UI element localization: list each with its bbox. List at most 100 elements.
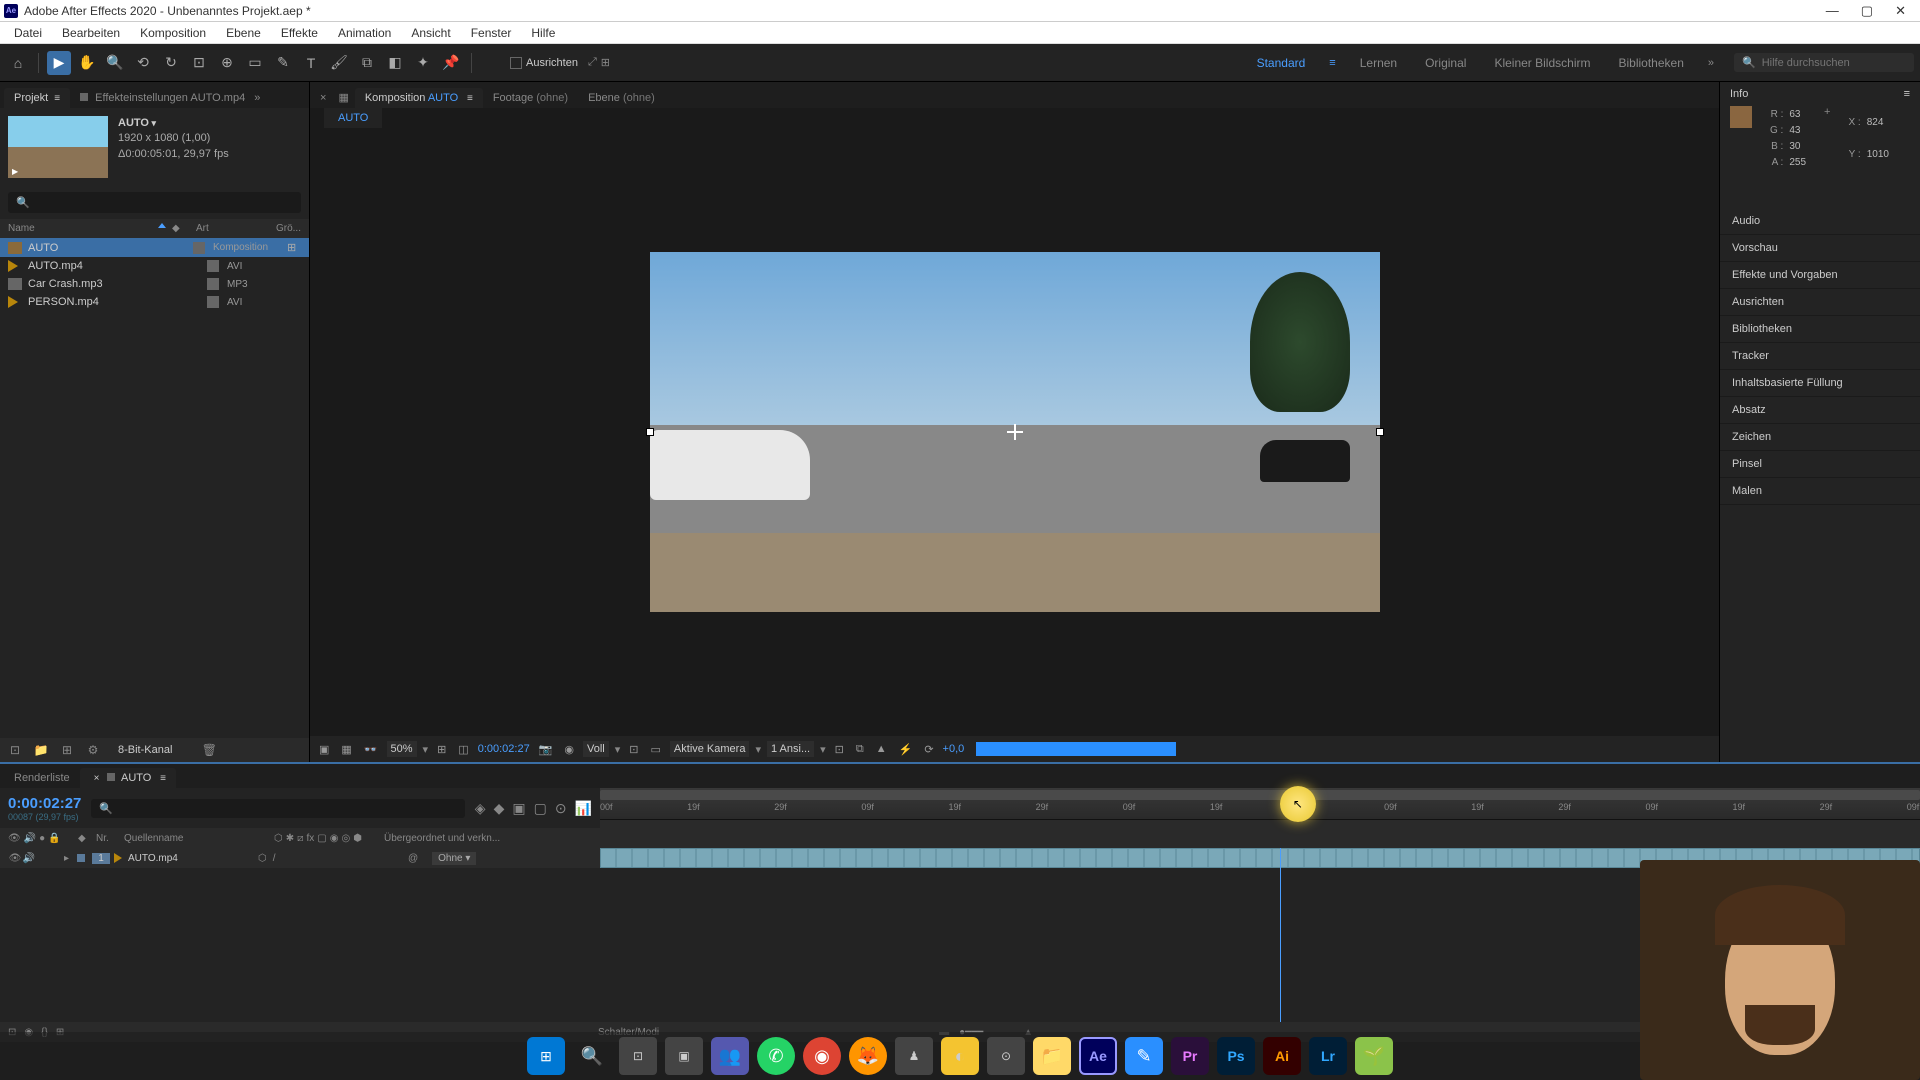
col-size[interactable]: Grö...	[276, 223, 301, 234]
brush-tool[interactable]: 🖌	[327, 51, 351, 75]
taskbar-app-3[interactable]: ◉	[803, 1037, 841, 1075]
sort-asc-icon[interactable]	[158, 223, 166, 228]
col-name[interactable]: Name	[8, 223, 158, 234]
pen-tool[interactable]: ✎	[271, 51, 295, 75]
panel-content-aware[interactable]: Inhaltsbasierte Füllung	[1720, 370, 1920, 397]
label-col-icon[interactable]: ◆	[78, 833, 96, 844]
proj-item-person-mp4[interactable]: PERSON.mp4 AVI	[0, 293, 309, 311]
interpret-footage-button[interactable]: ⊡	[6, 741, 24, 759]
zoom-tool[interactable]: 🔍	[103, 51, 127, 75]
playhead-line[interactable]	[1280, 848, 1281, 1022]
share-button[interactable]: ⊡	[832, 743, 847, 756]
always-preview-button[interactable]: ▣	[316, 743, 332, 756]
snap-checkbox[interactable]	[510, 57, 522, 69]
panel-zeichen[interactable]: Zeichen	[1720, 424, 1920, 451]
project-search[interactable]: 🔍	[8, 192, 301, 213]
taskbar-app-7[interactable]: 🌱	[1355, 1037, 1393, 1075]
snapshot-button[interactable]: 📷	[536, 743, 556, 756]
eraser-tool[interactable]: ◧	[383, 51, 407, 75]
maximize-button[interactable]: ▢	[1861, 3, 1873, 19]
transparency-grid-button[interactable]: ▦	[338, 743, 354, 756]
workspace-standard[interactable]: Standard	[1253, 56, 1310, 70]
audio-switch-icon[interactable]: 🔊	[24, 833, 36, 844]
help-search[interactable]: 🔍	[1734, 53, 1914, 72]
project-item-name[interactable]: AUTO	[118, 116, 229, 131]
label-color[interactable]	[207, 278, 219, 290]
shy-col-icon[interactable]: ⬡	[274, 833, 283, 844]
taskbar-premiere[interactable]: Pr	[1171, 1037, 1209, 1075]
taskbar-app-6[interactable]: ✎	[1125, 1037, 1163, 1075]
views-dropdown[interactable]: 1 Ansi...	[767, 741, 814, 757]
col-label-icon[interactable]: ◆	[172, 223, 196, 234]
panel-ausrichten[interactable]: Ausrichten	[1720, 289, 1920, 316]
workspace-menu-icon[interactable]: ≡	[1329, 57, 1335, 69]
menu-effekte[interactable]: Effekte	[271, 26, 328, 40]
mask-button[interactable]: 👓	[361, 743, 381, 756]
panel-pinsel[interactable]: Pinsel	[1720, 451, 1920, 478]
delete-button[interactable]: 🗑	[200, 741, 218, 759]
timeline-current-time[interactable]: 0:00:02:27	[8, 795, 81, 812]
draft-3d-button[interactable]: ◆	[494, 800, 505, 817]
col-parent[interactable]: Übergeordnet und verkn...	[384, 833, 592, 844]
resolution-button[interactable]: ⊞	[434, 743, 449, 756]
workspace-kleiner[interactable]: Kleiner Bildschirm	[1490, 56, 1594, 70]
taskbar-app-5[interactable]: ◐	[941, 1037, 979, 1075]
reset-exposure-button[interactable]: ⟳	[921, 743, 936, 756]
col-source-name[interactable]: Quellenname	[124, 833, 274, 844]
col-nr[interactable]: Nr.	[96, 833, 124, 844]
layer-handle-left[interactable]	[646, 428, 654, 436]
proj-item-auto-comp[interactable]: AUTO Komposition ⊞	[0, 238, 309, 257]
frame-blend-button[interactable]: ▢	[534, 800, 547, 817]
col-type[interactable]: Art	[196, 223, 276, 234]
renderer-button[interactable]: ▲	[873, 743, 890, 755]
video-toggle[interactable]: 👁	[8, 853, 22, 864]
proj-item-auto-mp4[interactable]: AUTO.mp4 AVI	[0, 257, 309, 275]
roi-button[interactable]: ◫	[455, 743, 471, 756]
channel-button[interactable]: ◉	[561, 743, 577, 756]
label-color[interactable]	[207, 260, 219, 272]
tab-layer[interactable]: Ebene (ohne)	[578, 88, 665, 108]
shy-button[interactable]: ▣	[512, 800, 525, 817]
grid-guides-button[interactable]: ⊡	[626, 743, 641, 756]
workspace-lernen[interactable]: Lernen	[1356, 56, 1401, 70]
taskbar-app-1[interactable]: ▣	[665, 1037, 703, 1075]
workspace-original[interactable]: Original	[1421, 56, 1470, 70]
solo-switch-icon[interactable]: ●	[39, 833, 45, 844]
comp-mini-flowchart-button[interactable]: ◈	[475, 800, 486, 817]
work-area-bar[interactable]	[600, 790, 1920, 800]
comp-breadcrumb[interactable]: AUTO	[324, 108, 382, 128]
3d-button[interactable]: ⧉	[853, 743, 867, 756]
tab-render-queue[interactable]: Renderliste	[4, 768, 80, 788]
home-button[interactable]: ⌂	[6, 51, 30, 75]
fast-preview-button[interactable]: ⚡	[896, 743, 916, 756]
taskbar-app-4[interactable]: ♟	[895, 1037, 933, 1075]
taskbar-search[interactable]: 🔍	[573, 1037, 611, 1075]
rotate-tool[interactable]: ↻	[159, 51, 183, 75]
video-switch-icon[interactable]: 👁	[8, 833, 21, 844]
close-button[interactable]: ✕	[1895, 3, 1906, 19]
info-panel-title[interactable]: Info	[1730, 88, 1748, 100]
pan-behind-tool[interactable]: ⊕	[215, 51, 239, 75]
resolution-dropdown[interactable]: Voll	[583, 741, 609, 757]
taskbar-after-effects[interactable]: Ae	[1079, 1037, 1117, 1075]
taskbar-illustrator[interactable]: Ai	[1263, 1037, 1301, 1075]
project-thumbnail[interactable]	[8, 116, 108, 178]
camera-tool[interactable]: ⊡	[187, 51, 211, 75]
grid-icon[interactable]: ▦	[332, 87, 354, 108]
motion-blur-button[interactable]: ⊙	[555, 800, 567, 817]
menu-fenster[interactable]: Fenster	[461, 26, 522, 40]
menu-ansicht[interactable]: Ansicht	[401, 26, 460, 40]
orbit-tool[interactable]: ⟲	[131, 51, 155, 75]
minimize-button[interactable]: —	[1826, 3, 1839, 19]
menu-datei[interactable]: Datei	[4, 26, 52, 40]
taskbar-obs[interactable]: ⊙	[987, 1037, 1025, 1075]
tab-project[interactable]: Projekt≡	[4, 88, 70, 108]
taskbar-lightroom[interactable]: Lr	[1309, 1037, 1347, 1075]
graph-editor-button[interactable]: 📊	[575, 800, 592, 817]
roto-tool[interactable]: ✦	[411, 51, 435, 75]
menu-ebene[interactable]: Ebene	[216, 26, 271, 40]
menu-bearbeiten[interactable]: Bearbeiten	[52, 26, 130, 40]
panel-tracker[interactable]: Tracker	[1720, 343, 1920, 370]
exposure-value[interactable]: +0,0	[943, 743, 965, 755]
bit-depth-label[interactable]: 8-Bit-Kanal	[118, 744, 172, 756]
